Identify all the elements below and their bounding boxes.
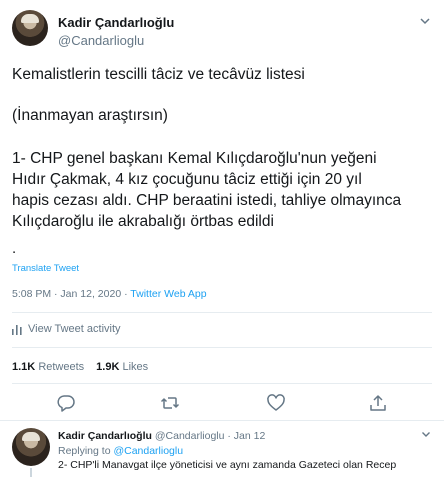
replying-to-prefix: Replying to bbox=[58, 445, 114, 457]
likes-count: 1.9K bbox=[96, 361, 120, 373]
share-icon[interactable] bbox=[368, 393, 388, 413]
replying-to: Replying to @Candarlioglu bbox=[58, 445, 183, 457]
view-tweet-activity-label: View Tweet activity bbox=[28, 323, 121, 335]
retweets-stat[interactable]: 1.1K Retweets bbox=[12, 361, 84, 373]
reply-header: Kadir Çandarlıoğlu @Candarlioglu · Jan 1… bbox=[58, 430, 265, 442]
view-tweet-activity[interactable]: View Tweet activity bbox=[12, 323, 121, 335]
translate-tweet-link[interactable]: Translate Tweet bbox=[12, 263, 79, 274]
thread-line bbox=[30, 468, 32, 477]
reply-handle-date[interactable]: @Candarlioglu · Jan 12 bbox=[155, 430, 265, 442]
tweet-text-line: (İnanmayan araştırsın) bbox=[12, 107, 168, 124]
likes-label: Likes bbox=[122, 361, 149, 373]
avatar[interactable] bbox=[12, 428, 50, 466]
divider bbox=[12, 312, 432, 313]
tweet-meta: 5:08 PM · Jan 12, 2020 · Twitter Web App bbox=[12, 288, 207, 300]
retweet-icon[interactable] bbox=[160, 393, 180, 413]
reply-text: 2- CHP'li Manavgat ilçe yöneticisi ve ay… bbox=[58, 459, 397, 471]
chevron-down-icon[interactable] bbox=[420, 428, 432, 440]
author-handle[interactable]: @Candarlioglu bbox=[58, 33, 144, 48]
reply-tweet[interactable]: Kadir Çandarlıoğlu @Candarlioglu · Jan 1… bbox=[0, 420, 444, 477]
tweet-client-link[interactable]: Twitter Web App bbox=[130, 288, 206, 300]
tweet-text-dot: . bbox=[12, 240, 17, 257]
tweet-text-line: Kemalistlerin tescilli tâciz ve tecâvüz … bbox=[12, 66, 305, 83]
reply-author-name[interactable]: Kadir Çandarlıoğlu bbox=[58, 430, 152, 442]
heart-icon[interactable] bbox=[266, 393, 286, 413]
tweet-text-line: Kılıçdaroğlu ile akrabalığı örtbas edild… bbox=[12, 213, 274, 230]
main-tweet: Kadir Çandarlıoğlu @Candarlioglu Kemalis… bbox=[0, 0, 444, 420]
replying-to-handle[interactable]: @Candarlioglu bbox=[113, 445, 183, 457]
tweet-stats: 1.1K Retweets 1.9K Likes bbox=[12, 361, 148, 373]
chevron-down-icon[interactable] bbox=[418, 14, 432, 28]
tweet-text-line: Hıdır Çakmak, 4 kız çocuğunu tâciz ettiğ… bbox=[12, 171, 362, 188]
divider bbox=[12, 383, 432, 384]
tweet-text-paragraph: 1- CHP genel başkanı Kemal Kılıçdaroğlu'… bbox=[12, 148, 432, 232]
tweet-header: Kadir Çandarlıoğlu @Candarlioglu bbox=[12, 10, 432, 50]
bar-chart-icon bbox=[12, 324, 22, 335]
tweet-timestamp[interactable]: 5:08 PM · Jan 12, 2020 · bbox=[12, 288, 130, 300]
likes-stat[interactable]: 1.9K Likes bbox=[96, 361, 148, 373]
divider bbox=[12, 347, 432, 348]
author-name[interactable]: Kadir Çandarlıoğlu bbox=[58, 15, 174, 30]
retweets-count: 1.1K bbox=[12, 361, 36, 373]
retweets-label: Retweets bbox=[38, 361, 85, 373]
tweet-text-line: hapis cezası aldı. CHP beraatini istedi,… bbox=[12, 192, 402, 209]
reply-icon[interactable] bbox=[56, 393, 76, 413]
tweet-actions bbox=[12, 393, 432, 415]
avatar[interactable] bbox=[12, 10, 48, 46]
tweet-text-line: 1- CHP genel başkanı Kemal Kılıçdaroğlu'… bbox=[12, 150, 377, 167]
